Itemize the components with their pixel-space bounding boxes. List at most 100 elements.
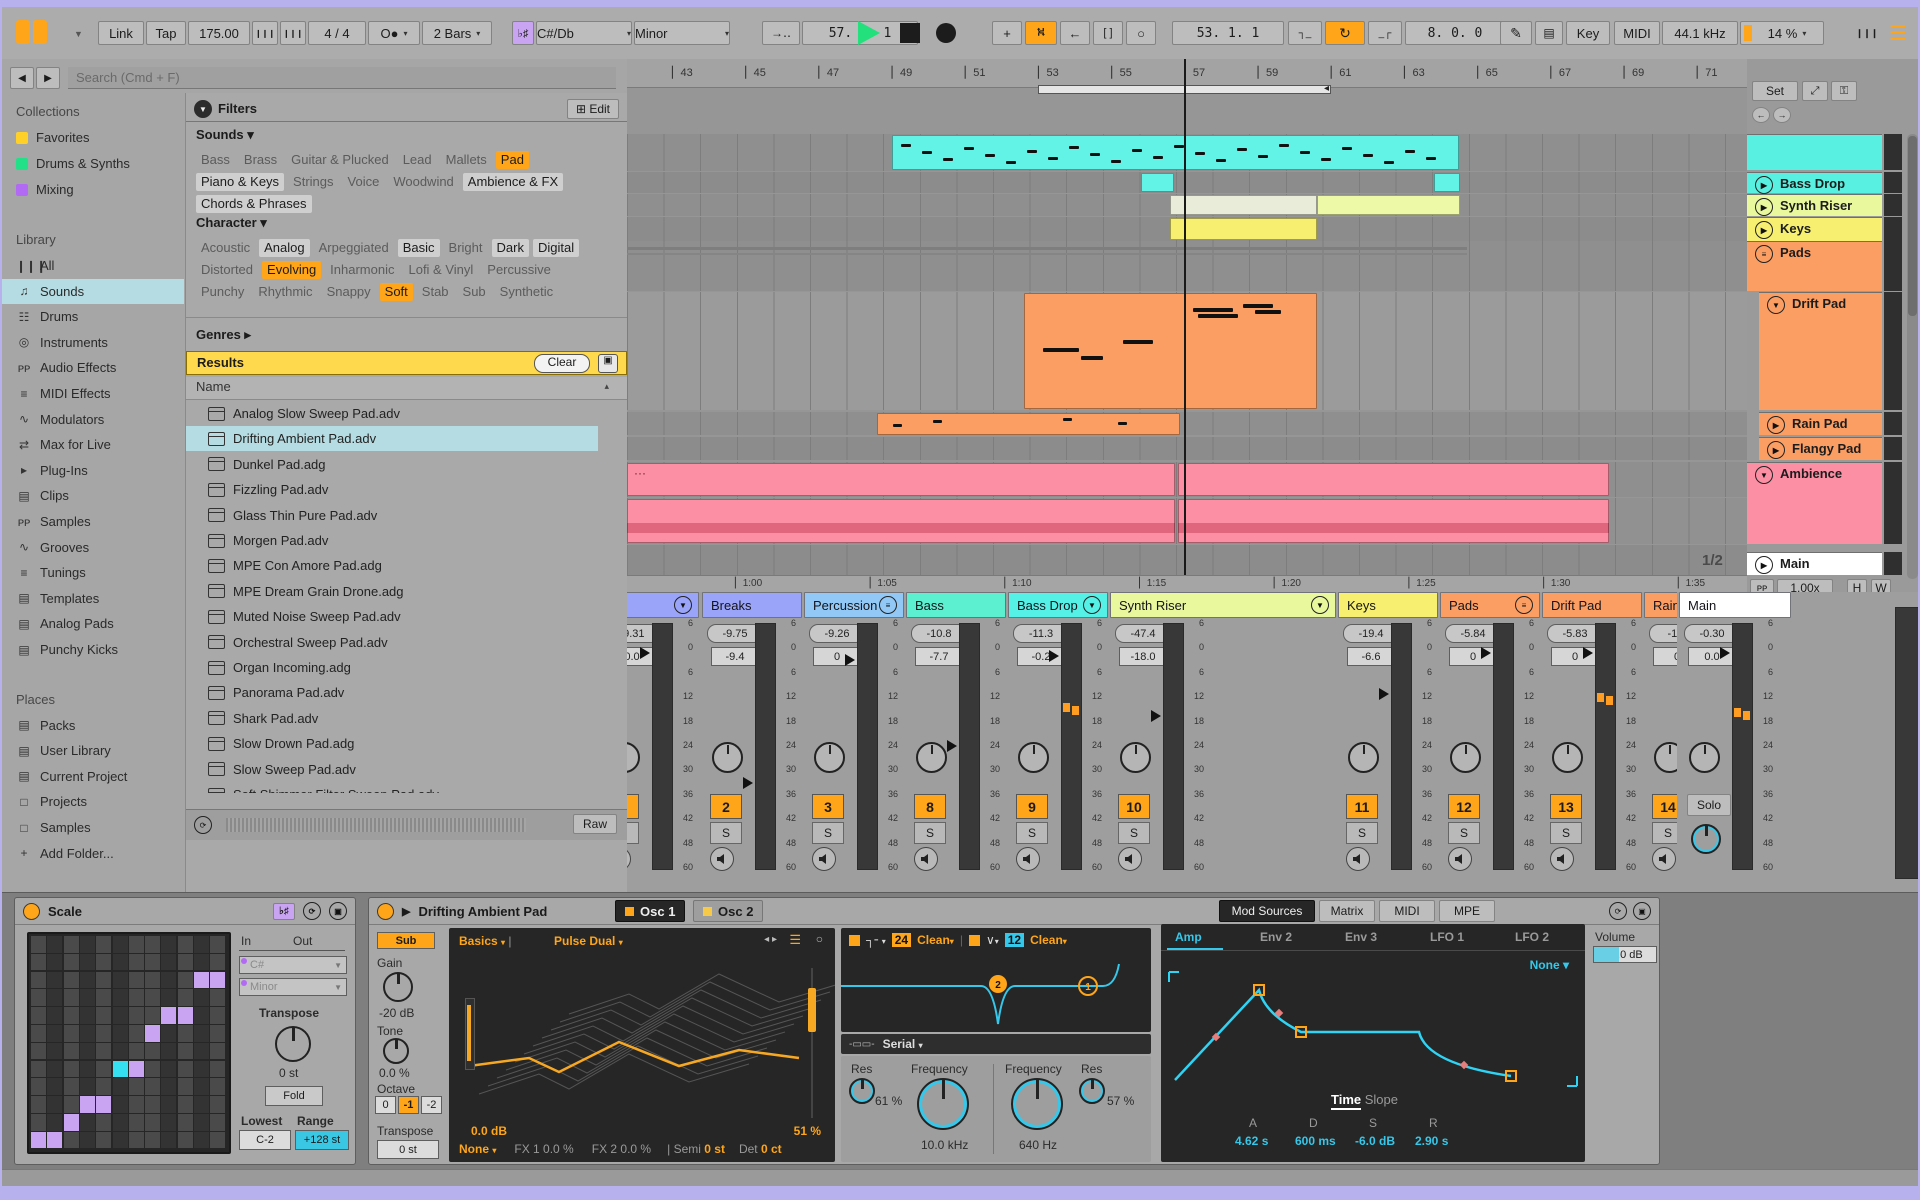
midi-overdub-button[interactable]: + bbox=[992, 21, 1022, 45]
osc-fx1[interactable]: FX 1 0.0 % bbox=[514, 1142, 573, 1156]
volume-field[interactable]: -7.7 bbox=[915, 647, 963, 666]
track-activator-button[interactable] bbox=[1448, 847, 1472, 871]
pan-knob[interactable] bbox=[1120, 742, 1151, 773]
filter-tag-arpeggiated[interactable]: Arpeggiated bbox=[314, 239, 394, 257]
track-play-icon[interactable]: ▶ bbox=[1755, 176, 1773, 194]
clip-bass[interactable] bbox=[892, 135, 1459, 170]
scale-grid-cell[interactable] bbox=[112, 1007, 128, 1024]
volume-field[interactable]: -18.0 bbox=[1119, 647, 1167, 666]
scale-grid-cell[interactable] bbox=[79, 1114, 95, 1131]
filter2-slope[interactable]: 12 bbox=[1004, 933, 1025, 947]
scale-grid-cell[interactable] bbox=[128, 1007, 144, 1024]
pan-knob[interactable] bbox=[1450, 742, 1481, 773]
track-activator-button[interactable] bbox=[710, 847, 734, 871]
midi-map-button[interactable]: MIDI bbox=[1614, 21, 1660, 45]
fader-handle[interactable] bbox=[640, 647, 650, 659]
env-tab-amp[interactable]: Amp bbox=[1175, 930, 1202, 944]
scale-grid-cell[interactable] bbox=[47, 1007, 63, 1024]
track-number-button[interactable]: 11 bbox=[1346, 794, 1378, 819]
result-item[interactable]: Soft Shimmer Filter Sweep Pad.adv bbox=[186, 782, 598, 793]
mixer-track-title[interactable]: Percussion ≡ bbox=[804, 592, 904, 618]
filter-tag-lead[interactable]: Lead bbox=[398, 151, 437, 169]
sidebar-item-sounds[interactable]: ♫ Sounds bbox=[2, 278, 184, 304]
sidebar-item-audio-effects[interactable]: ᴘᴘ Audio Effects bbox=[2, 355, 184, 380]
fader-handle[interactable] bbox=[1151, 710, 1161, 722]
track-header-drift-pad[interactable]: ▼ Drift Pad bbox=[1759, 292, 1882, 410]
scale-grid-cell[interactable] bbox=[31, 936, 46, 953]
scale-grid-cell[interactable] bbox=[79, 1078, 95, 1095]
clip-ambience[interactable] bbox=[1178, 463, 1609, 496]
scale-grid-cell[interactable] bbox=[31, 1007, 46, 1024]
scale-grid-cell[interactable] bbox=[112, 1025, 128, 1042]
filter-tag-percussive[interactable]: Percussive bbox=[482, 261, 556, 279]
mixer-fold-icon[interactable]: ▼ bbox=[674, 596, 692, 614]
scale-grid-cell[interactable] bbox=[47, 1042, 63, 1060]
scale-grid-cell[interactable] bbox=[96, 1025, 112, 1042]
track-play-icon[interactable]: ▶ bbox=[1755, 198, 1773, 216]
result-item[interactable]: Slow Drown Pad.adg bbox=[186, 731, 598, 756]
solo-button[interactable]: S bbox=[1346, 822, 1378, 844]
mixer-track-title[interactable]: Bass bbox=[906, 592, 1006, 618]
osc-fx-mode[interactable]: None ▾ bbox=[459, 1142, 496, 1156]
track-lane[interactable] bbox=[627, 437, 1747, 460]
vertical-scrollbar[interactable] bbox=[1907, 134, 1918, 579]
scale-grid-cell[interactable] bbox=[161, 1096, 177, 1113]
pan-knob[interactable] bbox=[1348, 742, 1379, 773]
sidebar-item-favorites[interactable]: Favorites bbox=[2, 125, 184, 150]
track-number-button[interactable]: 12 bbox=[1448, 794, 1480, 819]
track-activator-button[interactable] bbox=[1550, 847, 1574, 871]
mixer-track-title[interactable]: Synth Riser ▼ bbox=[1110, 592, 1336, 618]
mixer-fold-icon[interactable]: ▼ bbox=[1311, 596, 1329, 614]
scale-grid-cell[interactable] bbox=[128, 936, 144, 953]
scale-grid-cell[interactable] bbox=[145, 1025, 161, 1042]
track-header-rain-pad[interactable]: ▶ Rain Pad bbox=[1759, 412, 1882, 435]
fader-handle[interactable] bbox=[947, 740, 957, 752]
osc1-led[interactable] bbox=[625, 906, 635, 916]
scale-grid-cell[interactable] bbox=[194, 1114, 209, 1131]
track-number-button[interactable]: 8 bbox=[914, 794, 946, 819]
scale-grid-cell[interactable] bbox=[145, 989, 161, 1006]
scale-grid-cell[interactable] bbox=[79, 1131, 95, 1149]
solo-button[interactable]: S bbox=[812, 822, 844, 844]
scale-grid-cell[interactable] bbox=[47, 1025, 63, 1042]
play-button[interactable] bbox=[858, 21, 880, 45]
result-item[interactable]: Orchestral Sweep Pad.adv bbox=[186, 630, 598, 655]
osc-gain-slider[interactable] bbox=[465, 998, 475, 1070]
sidebar-item-samples[interactable]: ᴘᴘ Samples bbox=[2, 509, 184, 534]
scale-grid-cell[interactable] bbox=[112, 989, 128, 1006]
track-play-icon[interactable]: ▶ bbox=[1767, 416, 1785, 434]
draw-mode-button[interactable]: ✎ bbox=[1500, 21, 1532, 45]
amp-envelope-curve[interactable] bbox=[1161, 954, 1585, 1094]
nudge-down-button[interactable]: ❙❙❙ bbox=[252, 21, 278, 45]
filter1-slope[interactable]: 24 bbox=[891, 933, 912, 947]
scale-grid-cell[interactable] bbox=[96, 936, 112, 953]
unfold-device-icon[interactable]: ▶ bbox=[402, 905, 410, 918]
scale-grid-cell[interactable] bbox=[177, 971, 193, 989]
link-button[interactable]: Link bbox=[98, 21, 144, 45]
automation-arm-button[interactable]: ⛕ bbox=[1025, 21, 1057, 45]
scale-grid-cell[interactable] bbox=[31, 1131, 46, 1149]
fader-handle[interactable] bbox=[1049, 650, 1059, 662]
track-number-button[interactable]: 14 bbox=[1652, 794, 1677, 819]
scale-grid-cell[interactable] bbox=[63, 1096, 79, 1113]
scale-grid-cell[interactable] bbox=[194, 971, 209, 989]
overview-toggle-button[interactable]: ❙❙❙ bbox=[1854, 21, 1880, 45]
track-activator-button[interactable] bbox=[1346, 847, 1370, 871]
scale-grid-cell[interactable] bbox=[96, 1114, 112, 1131]
scale-grid-cell[interactable] bbox=[177, 1025, 193, 1042]
device-activator-led[interactable] bbox=[377, 902, 394, 920]
scale-grid-cell[interactable] bbox=[96, 971, 112, 989]
mixer-track-title[interactable]: Rain P bbox=[1644, 592, 1677, 618]
sidebar-item-user-library[interactable]: ▤ User Library bbox=[2, 738, 184, 763]
scale-grid-cell[interactable] bbox=[210, 1042, 226, 1060]
scale-name-selector[interactable]: Minor ▾ bbox=[634, 21, 730, 45]
scale-grid-cell[interactable] bbox=[210, 971, 226, 989]
filter-curve[interactable]: 21 bbox=[841, 954, 1151, 1032]
edit-filters-button[interactable]: ⊞ Edit bbox=[567, 99, 619, 119]
scale-grid-cell[interactable] bbox=[112, 1060, 128, 1078]
filter-tag-digital[interactable]: Digital bbox=[532, 239, 580, 257]
scale-grid-cell[interactable] bbox=[112, 1078, 128, 1095]
adsr-value-a[interactable]: 4.62 s bbox=[1235, 1134, 1268, 1148]
scale-grid-cell[interactable] bbox=[177, 1007, 193, 1024]
solo-button[interactable]: S bbox=[914, 822, 946, 844]
